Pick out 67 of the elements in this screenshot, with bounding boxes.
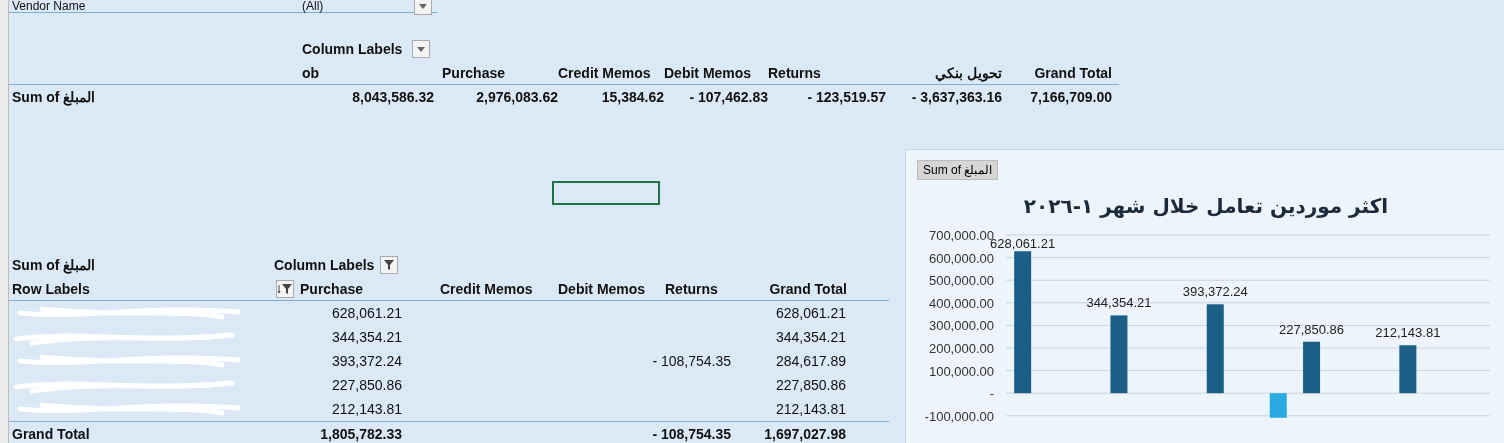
row-label: Sum of المبلغ (11, 89, 97, 105)
table-cell-text: 1,697,027.98 (763, 425, 846, 442)
table-cell-text: 393,372.24 (330, 353, 402, 369)
row-labels-header: Row Labels (11, 280, 91, 297)
column-header: Debit Memos (664, 64, 753, 81)
column-header: Returns (665, 280, 719, 297)
table-cell-text: - 3,637,363.16 (910, 89, 1002, 105)
table-cell: - 108,754.35 (652, 425, 731, 442)
axis-tick-label: - (989, 386, 994, 402)
table-cell-text: 7,166,709.00 (1029, 89, 1112, 105)
table-cell-text: 212,143.81 (330, 401, 402, 417)
column-header: ob (302, 64, 321, 81)
dropdown-button[interactable] (412, 40, 430, 58)
column-header: Grand Total (768, 280, 848, 297)
table-cell-text: 212,143.81 (774, 401, 846, 417)
filter-value: (All) (302, 0, 325, 12)
data-label: 393,372.24 (1182, 284, 1248, 300)
table-cell-text: 284,617.89 (774, 353, 846, 369)
sort-filter-button[interactable] (276, 279, 294, 298)
table-cell-text: 227,850.86 (774, 377, 846, 393)
column-header: Returns (768, 64, 822, 81)
table-cell-text: 628,061.21 (774, 305, 846, 321)
table-cell-text: 15,384.62 (600, 89, 664, 105)
column-header: Purchase (441, 64, 507, 81)
axis-tick-label: 100,000.00 (928, 363, 994, 379)
table-cell-text: 1,805,782.33 (319, 425, 402, 442)
caret-icon (419, 3, 427, 9)
field-button[interactable]: Sum of المبلغ (917, 160, 999, 180)
column-header: Grand Total (1033, 64, 1112, 81)
column-labels-header: Column Labels (274, 257, 376, 273)
axis-tick-label: 200,000.00 (928, 341, 994, 356)
data-label: 227,850.86 (1279, 321, 1345, 337)
bar (1269, 393, 1287, 418)
filter-icon (384, 260, 394, 270)
table-cell-text: 227,850.86 (330, 377, 402, 393)
table-cell-text: 8,043,586.32 (351, 89, 434, 105)
sort-filter-icon (278, 283, 292, 294)
table-cell-text: 2,976,083.62 (475, 89, 558, 105)
bar (1303, 341, 1321, 394)
table-cell-text: 344,354.21 (330, 329, 402, 345)
table-cell-text: 628,061.21 (330, 305, 402, 321)
chart-title: اكثر موردين تعامل خلال شهر ١-٢٠٢٦ (1022, 194, 1390, 218)
active-cell[interactable] (552, 181, 660, 205)
column-header: Credit Memos (440, 280, 534, 297)
caret-icon (417, 46, 425, 52)
axis-tick-label: 300,000.00 (928, 318, 994, 334)
filter-button[interactable] (380, 256, 398, 274)
column-header: Debit Memos (558, 280, 647, 297)
value-field-label: Sum of المبلغ (11, 257, 97, 273)
column-header: Credit Memos (558, 64, 652, 81)
filter-label: Vendor Name (11, 0, 87, 12)
axis-tick-label: 400,000.00 (928, 295, 994, 311)
table-cell-text: - 123,519.57 (806, 89, 886, 105)
row-label: Grand Total (11, 425, 91, 442)
table-cell-text: 344,354.21 (774, 329, 846, 345)
bar (1399, 345, 1417, 394)
table-cell: - 108,754.35 (652, 353, 731, 369)
table-cell-text: - 107,462.83 (688, 89, 768, 105)
axis-tick-label: 500,000.00 (928, 273, 994, 289)
column-header: تحويل بنكي (934, 64, 1002, 81)
dropdown-button[interactable] (414, 0, 432, 15)
data-label: 344,354.21 (1086, 295, 1152, 311)
column-header: Purchase (300, 280, 365, 297)
data-label: 212,143.81 (1375, 325, 1441, 341)
axis-tick-label: 600,000.00 (928, 250, 994, 266)
column-labels-header: Column Labels (302, 41, 404, 57)
axis-tick-label: -100,000.00 (924, 408, 994, 424)
